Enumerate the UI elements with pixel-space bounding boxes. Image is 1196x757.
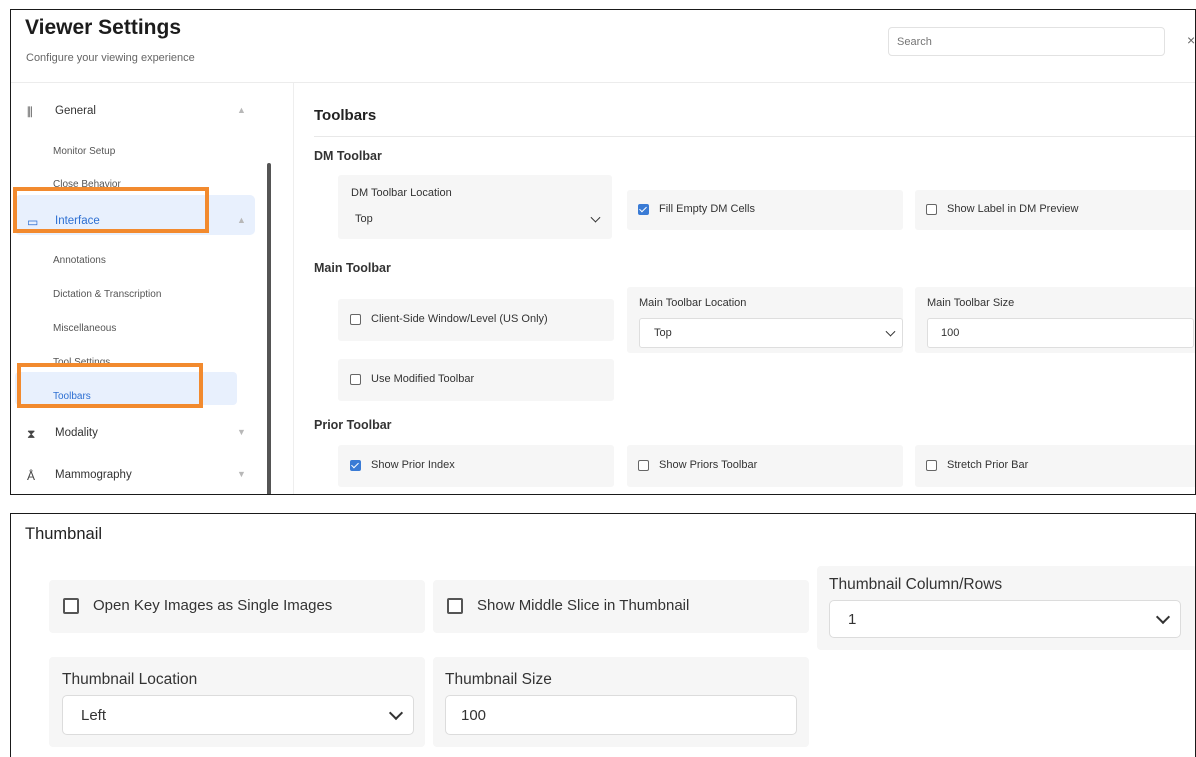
sidebar-scrollbar[interactable] <box>267 163 271 494</box>
select-value: 1 <box>848 610 857 628</box>
checkbox-icon <box>638 459 649 471</box>
checkbox-label: Use Modified Toolbar <box>371 373 475 385</box>
page-subtitle: Configure your viewing experience <box>26 52 195 64</box>
middle-slice-card: Show Middle Slice in Thumbnail <box>433 580 809 633</box>
sidebar-item-label: Modality <box>55 427 98 439</box>
sidebar-subitem-monitor-setup[interactable]: Monitor Setup <box>53 146 115 157</box>
main-toolbar-location-card: Main Toolbar Location Top <box>627 287 903 353</box>
show-prior-index-checkbox[interactable]: Show Prior Index <box>350 459 455 471</box>
checkbox-checked-icon <box>350 459 361 471</box>
section-divider <box>314 136 1195 137</box>
field-label: Main Toolbar Size <box>927 297 1015 309</box>
sidebar-item-label: Mammography <box>55 469 132 481</box>
chevron-down-icon: ▼ <box>237 427 246 437</box>
thumbnail-size-input[interactable]: 100 <box>445 695 797 735</box>
checkbox-icon <box>926 459 937 471</box>
chevron-up-icon: ▲ <box>237 215 246 225</box>
show-prior-index-card: Show Prior Index <box>338 445 614 487</box>
select-value: Left <box>81 706 107 724</box>
checkbox-icon <box>63 597 79 614</box>
chevron-down-icon: ▼ <box>237 469 246 479</box>
stretch-prior-bar-checkbox[interactable]: Stretch Prior Bar <box>926 459 1028 471</box>
heading-dm-toolbar: DM Toolbar <box>314 149 382 163</box>
chevron-up-icon: ▲ <box>237 105 246 115</box>
section-title-thumbnail: Thumbnail <box>25 525 103 543</box>
field-label: Thumbnail Column/Rows <box>829 576 1003 593</box>
sidebar-item-label: General <box>55 105 96 117</box>
modality-icon: ⧗ <box>27 427 36 441</box>
section-title-toolbars: Toolbars <box>314 107 377 124</box>
checkbox-label: Client-Side Window/Level (US Only) <box>371 313 548 325</box>
field-label: Thumbnail Location <box>62 671 198 688</box>
sidebar-subitem-miscellaneous[interactable]: Miscellaneous <box>53 323 116 334</box>
thumbnail-location-card: Thumbnail Location Left <box>49 657 425 747</box>
main-toolbar-size-input[interactable]: 100 <box>927 318 1194 348</box>
fill-empty-dm-card: Fill Empty DM Cells <box>627 190 903 230</box>
modified-toolbar-checkbox[interactable]: Use Modified Toolbar <box>350 373 474 385</box>
modified-toolbar-card: Use Modified Toolbar <box>338 359 614 401</box>
column-rows-select[interactable]: 1 <box>829 600 1181 638</box>
thumbnail-location-select[interactable]: Left <box>62 695 414 735</box>
checkbox-icon <box>447 597 463 614</box>
search-input[interactable] <box>888 27 1165 56</box>
show-priors-toolbar-checkbox[interactable]: Show Priors Toolbar <box>638 459 757 471</box>
show-priors-toolbar-card: Show Priors Toolbar <box>627 445 903 487</box>
heading-main-toolbar: Main Toolbar <box>314 261 391 275</box>
client-side-checkbox[interactable]: Client-Side Window/Level (US Only) <box>350 313 548 325</box>
sliders-icon: ⫼ <box>27 105 33 119</box>
viewer-settings-window: Viewer Settings Configure your viewing e… <box>10 9 1196 495</box>
checkbox-icon <box>926 203 937 215</box>
show-label-dm-card: Show Label in DM Preview <box>915 190 1195 230</box>
chevron-down-icon <box>388 705 404 721</box>
checkbox-label: Show Middle Slice in Thumbnail <box>477 597 690 614</box>
thumbnail-settings-panel: Thumbnail Open Key Images as Single Imag… <box>10 513 1196 757</box>
mammography-icon: Å <box>27 469 36 483</box>
checkbox-icon <box>350 373 361 385</box>
open-key-images-checkbox[interactable]: Open Key Images as Single Images <box>63 597 332 614</box>
checkbox-label: Stretch Prior Bar <box>947 459 1029 471</box>
fill-empty-dm-checkbox[interactable]: Fill Empty DM Cells <box>638 203 755 215</box>
chevron-down-icon <box>590 212 601 223</box>
select-value: Top <box>654 327 672 339</box>
main-toolbar-location-select[interactable]: Top <box>639 318 903 348</box>
sidebar: ⫼ General ▲ Monitor Setup Close Behavior… <box>11 83 271 494</box>
stretch-prior-bar-card: Stretch Prior Bar <box>915 445 1195 487</box>
checkbox-icon <box>350 313 361 325</box>
checkbox-checked-icon <box>638 203 649 215</box>
checkbox-label: Show Priors Toolbar <box>659 459 758 471</box>
middle-slice-checkbox[interactable]: Show Middle Slice in Thumbnail <box>447 597 689 614</box>
settings-content: Toolbars DM Toolbar DM Toolbar Location … <box>293 83 1195 494</box>
dm-toolbar-location-card: DM Toolbar Location Top <box>338 175 612 239</box>
annotation-highlight-box <box>13 187 209 233</box>
checkbox-label: Fill Empty DM Cells <box>659 203 755 215</box>
annotation-highlight-box <box>17 363 203 408</box>
sidebar-subitem-annotations[interactable]: Annotations <box>53 255 106 266</box>
field-label: Main Toolbar Location <box>639 297 747 309</box>
field-label: Thumbnail Size <box>445 671 552 688</box>
heading-prior-toolbar: Prior Toolbar <box>314 418 392 432</box>
dm-toolbar-location-select[interactable]: Top <box>341 204 607 233</box>
field-label: DM Toolbar Location <box>351 187 452 199</box>
open-key-images-card: Open Key Images as Single Images <box>49 580 425 633</box>
main-toolbar-size-card: Main Toolbar Size 100 <box>915 287 1195 353</box>
checkbox-label: Open Key Images as Single Images <box>93 597 333 614</box>
column-rows-card: Thumbnail Column/Rows 1 <box>817 566 1195 650</box>
select-value: Top <box>355 212 373 225</box>
checkbox-label: Show Prior Index <box>371 459 455 471</box>
thumbnail-size-card: Thumbnail Size 100 <box>433 657 809 747</box>
chevron-down-icon <box>1155 609 1171 625</box>
chevron-down-icon <box>885 326 896 337</box>
show-label-dm-checkbox[interactable]: Show Label in DM Preview <box>926 203 1078 215</box>
sidebar-subitem-dictation[interactable]: Dictation & Transcription <box>53 289 161 300</box>
close-icon[interactable]: × <box>1187 32 1195 48</box>
client-side-card: Client-Side Window/Level (US Only) <box>338 299 614 341</box>
page-title: Viewer Settings <box>25 16 182 39</box>
checkbox-label: Show Label in DM Preview <box>947 203 1079 215</box>
